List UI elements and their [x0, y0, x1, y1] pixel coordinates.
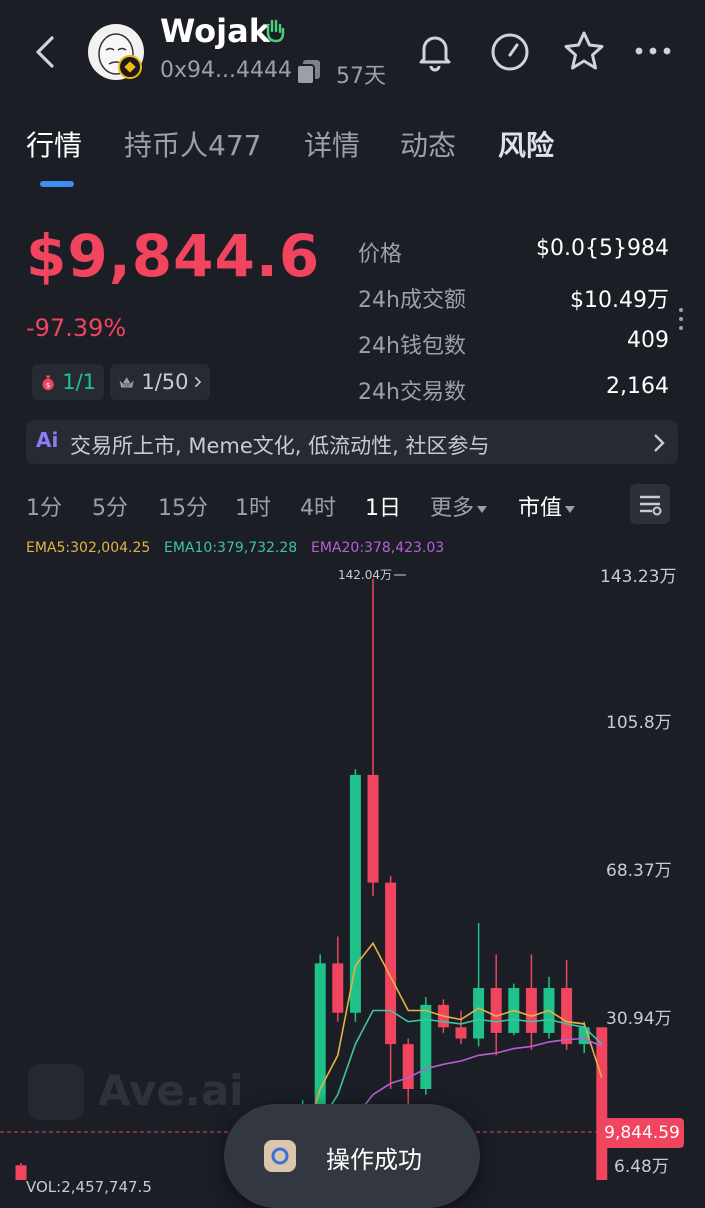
candle-body [490, 988, 502, 1033]
interval-15m[interactable]: 15分 [158, 490, 208, 522]
volume-label: VOL:2,457,747.5 [26, 1178, 152, 1196]
market-cap-dropdown[interactable]: 市值 [518, 490, 576, 522]
y-axis-label: 105.8万 [606, 713, 672, 733]
candle-body [15, 1165, 27, 1180]
more-menu-icon[interactable] [630, 28, 676, 74]
svg-text:TOP: TOP [122, 383, 132, 388]
candlestick-chart[interactable] [0, 560, 705, 1180]
interval-more-label: 更多 [430, 496, 475, 521]
top-rank-chip[interactable]: TOP 1/50 [110, 364, 210, 400]
candle-body [561, 988, 573, 1045]
speedometer-icon[interactable] [487, 28, 533, 74]
chart-settings-icon [640, 495, 662, 516]
vertical-more-icon[interactable] [676, 306, 686, 332]
y-axis-label: 6.48万 [614, 1157, 669, 1177]
interval-1h[interactable]: 1时 [235, 490, 271, 522]
chart-settings-button[interactable] [630, 484, 670, 524]
high-price-label: 142.04万 [338, 568, 392, 582]
back-arrow-icon[interactable] [30, 34, 60, 70]
active-tab-indicator [40, 181, 74, 187]
candle-body [420, 1004, 432, 1089]
candle-body [314, 963, 326, 1121]
ai-tags-text: 交易所上市, Meme文化, 低流动性, 社区参与 [70, 434, 490, 458]
tab-risk[interactable]: 风险 [498, 124, 554, 164]
candle-body [367, 774, 379, 883]
bell-icon[interactable] [412, 28, 458, 74]
dropdown-triangle-icon [477, 505, 488, 513]
candle-body [455, 1027, 467, 1039]
tab-holders[interactable]: 持币人477 [124, 124, 261, 164]
candle-body [525, 988, 537, 1033]
candle-body [596, 1027, 608, 1180]
interval-1m[interactable]: 1分 [26, 490, 62, 522]
candle-body [332, 963, 344, 1013]
stat-value-price: $0.0{5}984 [536, 236, 669, 261]
hand-wave-icon [266, 19, 285, 43]
stat-value-volume: $10.49万 [570, 288, 669, 313]
y-axis-label: 68.37万 [606, 861, 672, 881]
chevron-right-icon [654, 434, 665, 452]
toast-message: 操作成功 [326, 1146, 422, 1174]
holders-chip-value: 1/1 [62, 370, 96, 394]
stat-label-wallets: 24h钱包数 [358, 334, 466, 359]
interval-1d[interactable]: 1日 [365, 490, 401, 522]
chain-badge-icon [118, 55, 142, 79]
tab-activity[interactable]: 动态 [400, 124, 456, 164]
y-axis-label: 143.23万 [600, 567, 677, 587]
stat-label-trades: 24h交易数 [358, 380, 466, 405]
stat-label-price: 价格 [358, 242, 403, 267]
y-axis-label: 30.94万 [606, 1009, 672, 1029]
current-price-tag: 9,844.59 [600, 1118, 684, 1148]
star-icon[interactable] [561, 28, 607, 74]
candle-body [385, 882, 397, 1045]
interval-5m[interactable]: 5分 [92, 490, 128, 522]
copy-icon[interactable] [294, 56, 324, 86]
ai-icon: Ai [36, 428, 59, 452]
dropdown-triangle-icon [565, 505, 576, 513]
ema5-label: EMA5:302,004.25 [26, 540, 151, 556]
token-address: 0x94...4444 [160, 58, 292, 83]
svg-text:$: $ [46, 381, 51, 390]
token-age: 57天 [336, 64, 386, 89]
price-change: -97.39% [26, 314, 127, 342]
interval-4h[interactable]: 4时 [300, 490, 336, 522]
ema20-label: EMA20:378,423.03 [311, 540, 445, 556]
candle-body [402, 1044, 414, 1089]
candle-body [349, 774, 361, 1013]
market-cap-label: 市值 [518, 496, 563, 521]
stat-value-trades: 2,164 [606, 374, 669, 399]
crown-top-icon: TOP [119, 377, 134, 388]
ema10-label: EMA10:379,732.28 [164, 540, 298, 556]
holders-chip[interactable]: $ 1/1 [32, 364, 104, 400]
market-cap-price: $9,844.6 [26, 222, 321, 290]
tab-details[interactable]: 详情 [304, 124, 360, 164]
candle-body [473, 988, 485, 1039]
stat-value-wallets: 409 [627, 328, 669, 353]
app-icon [264, 1140, 296, 1172]
interval-more-dropdown[interactable]: 更多 [430, 490, 488, 522]
stat-label-volume: 24h成交额 [358, 288, 466, 313]
tab-market[interactable]: 行情 [26, 124, 82, 164]
token-name: Wojak [160, 12, 270, 50]
top-rank-value: 1/50 [141, 370, 189, 394]
chevron-right-icon [194, 376, 201, 388]
money-bag-icon: $ [42, 375, 54, 391]
